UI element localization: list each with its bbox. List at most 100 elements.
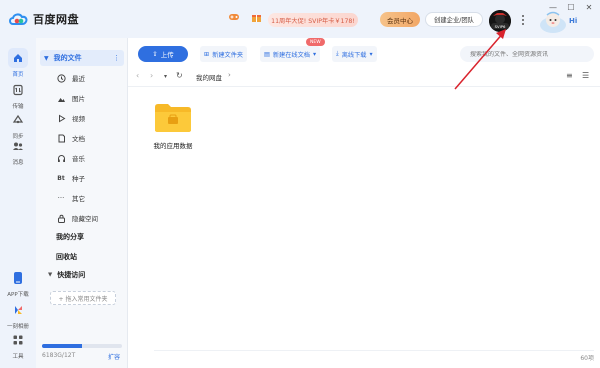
new-online-doc-button[interactable]: ▤ 新建在线文档 ▾ [260, 46, 321, 62]
folder-icon [155, 104, 191, 132]
search-input[interactable] [470, 50, 580, 58]
rail-label-album: 一刻相册 [6, 324, 29, 330]
rail-item-tools[interactable]: 工具 [0, 330, 36, 360]
new-online-doc-label: 新建在线文档 [272, 51, 310, 59]
sidebar-item-music[interactable]: 音乐 [56, 151, 126, 165]
new-badge: NEW [306, 38, 325, 46]
folder-plus-icon: ⊞ [204, 50, 210, 58]
new-folder-label: 新建文件夹 [212, 51, 244, 59]
offline-download-button[interactable]: ⤓ 离线下载 ▾ [332, 46, 377, 62]
bt-icon: Bt [57, 174, 65, 182]
sort-icon[interactable]: ≡ [566, 71, 573, 80]
history-dropdown-icon[interactable]: ▾ [164, 73, 167, 80]
sidebar-item-label: 最近 [72, 75, 85, 83]
rail-label-transfer: 传输 [12, 104, 24, 110]
app-window: 百度网盘 11周年大促! SVIP年卡￥178! 会员中心 创建企业/团队 SV… [0, 0, 600, 368]
maximize-icon[interactable]: ☐ [566, 3, 576, 13]
create-enterprise-button[interactable]: 创建企业/团队 [425, 12, 483, 27]
breadcrumb-separator-icon: › [228, 71, 231, 79]
app-logo: 百度网盘 [8, 11, 126, 27]
album-icon [8, 300, 28, 320]
new-folder-button[interactable]: ⊞ 新建文件夹 [200, 46, 248, 62]
message-icon [8, 136, 28, 156]
upload-button[interactable]: ⇪ 上传 [138, 46, 188, 62]
sidebar-item-hidden-space[interactable]: 隐藏空间 [56, 211, 126, 225]
offline-download-label: 离线下载 [341, 51, 367, 59]
expand-storage-button[interactable]: 扩容 [108, 352, 120, 361]
gift-icon[interactable] [250, 11, 262, 23]
item-count: 60项 [580, 355, 594, 362]
chevron-down-icon: ▾ [369, 50, 373, 58]
sidebar-item-label: 视频 [72, 115, 85, 123]
sidebar-item-label: 图片 [72, 95, 85, 103]
promo-banner[interactable]: 11周年大促! SVIP年卡￥178! [268, 13, 358, 27]
vip-center-button[interactable]: 会员中心 [380, 12, 420, 27]
my-share-link[interactable]: 我的分享 [56, 232, 84, 242]
sidebar-item-torrents[interactable]: Bt 种子 [56, 171, 126, 185]
more-menu-icon[interactable] [518, 13, 528, 27]
promo-icons [228, 11, 262, 23]
add-quick-access-button[interactable]: + 拖入常用文件夹 [50, 291, 116, 305]
sidebar-item-label: 隐藏空间 [72, 215, 98, 223]
close-icon[interactable]: ✕ [584, 3, 594, 13]
file-name: 我的应用数据 [153, 142, 193, 150]
svip-badge: SVIP6 [491, 23, 509, 29]
cloud-logo-icon [9, 13, 28, 25]
title-bar: 百度网盘 11周年大促! SVIP年卡￥178! 会员中心 创建企业/团队 SV… [0, 0, 600, 38]
play-icon [56, 113, 66, 123]
rail-item-message[interactable]: 消息 [0, 136, 36, 166]
back-arrow-icon[interactable]: ‹ [136, 71, 139, 80]
rail-item-home[interactable]: 首页 [0, 48, 36, 78]
sidebar-item-label: 种子 [72, 175, 85, 183]
game-icon[interactable] [228, 11, 240, 23]
recycle-bin-link[interactable]: 回收站 [56, 252, 77, 262]
toolbar: ⇪ 上传 ⊞ 新建文件夹 ▤ 新建在线文档 ▾ NEW ⤓ 离线下载 ▾ [128, 38, 600, 62]
sidebar-item-videos[interactable]: 视频 [56, 111, 126, 125]
rail-item-transfer[interactable]: 传输 [0, 80, 36, 110]
minimize-icon[interactable]: — [548, 3, 558, 13]
rail-item-app-download[interactable]: APP下载 [0, 268, 36, 298]
caret-down-icon: ▼ [48, 272, 53, 278]
caret-down-icon: ▼ [44, 54, 49, 62]
list-view-icon[interactable]: ☰ [582, 71, 589, 80]
sidebar-item-recent[interactable]: 最近 [56, 71, 126, 85]
sync-icon [8, 110, 28, 130]
storage-fill [42, 344, 82, 348]
main-panel: ⇪ 上传 ⊞ 新建文件夹 ▤ 新建在线文档 ▾ NEW ⤓ 离线下载 ▾ 搜索我… [128, 38, 600, 368]
path-bar: ‹ › ▾ ↻ 我的网盘 › ≡ ☰ [128, 68, 600, 84]
headphones-icon [56, 153, 66, 163]
sidebar-item-images[interactable]: 图片 [56, 91, 126, 105]
doc-plus-icon: ▤ [264, 50, 270, 58]
lock-icon [56, 213, 66, 223]
sidebar-item-label: 音乐 [72, 155, 85, 163]
rail-label-tools: 工具 [12, 354, 24, 360]
tools-icon [8, 330, 28, 350]
avatar[interactable]: SVIP6 [489, 10, 511, 32]
breadcrumb-root[interactable]: 我的网盘 [196, 72, 222, 82]
mascot-icon[interactable] [537, 10, 569, 34]
my-files-label: 我的文件 [53, 54, 82, 62]
sidebar-item-documents[interactable]: 文档 [56, 131, 126, 145]
forward-arrow-icon[interactable]: › [150, 71, 153, 80]
storage-usage: 6183G/12T [42, 352, 76, 359]
clock-icon [56, 73, 66, 83]
quick-access-header[interactable]: ▼ 快捷访问 [48, 270, 85, 280]
mascot-greeting: Hi [569, 17, 578, 25]
refresh-icon[interactable]: ↻ [176, 71, 183, 80]
upload-label: 上传 [160, 51, 174, 59]
home-icon [8, 48, 28, 68]
app-download-icon [8, 268, 28, 288]
more-vertical-icon[interactable]: ⋮ [113, 54, 120, 62]
document-icon [56, 133, 66, 143]
file-sidebar: ▼ 我的文件 ⋮ 最近 图片 视频 文档 音乐 Bt 种子 ··· 其它 隐藏空… [36, 38, 128, 368]
file-item-folder[interactable]: 我的应用数据 [148, 102, 198, 150]
sidebar-item-others[interactable]: ··· 其它 [56, 191, 126, 205]
search-box[interactable] [460, 46, 594, 62]
rail-label-home: 首页 [12, 72, 24, 78]
divider [154, 350, 594, 351]
divider [128, 86, 600, 87]
quick-access-label: 快捷访问 [57, 271, 86, 279]
rail-label-message: 消息 [12, 160, 24, 166]
rail-item-album[interactable]: 一刻相册 [0, 300, 36, 330]
my-files-header[interactable]: ▼ 我的文件 ⋮ [40, 50, 124, 66]
